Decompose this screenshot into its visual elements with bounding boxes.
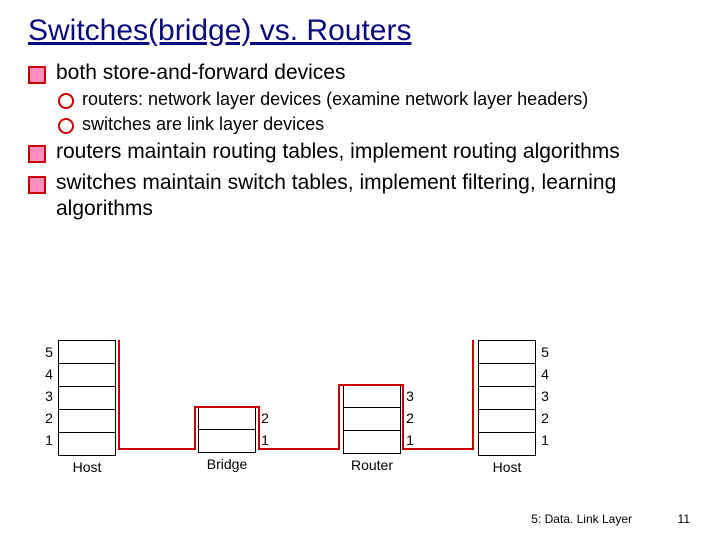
square-bullet-icon [28, 176, 46, 194]
stack-host-left: 5 4 3 2 1 Host [58, 340, 116, 475]
stack-label: Host [478, 459, 536, 475]
layer-num: 3 [403, 388, 417, 404]
layer-num: 1 [258, 432, 272, 448]
circle-bullet-icon [58, 93, 74, 109]
layer-num: 3 [42, 388, 56, 404]
stack-label: Bridge [198, 456, 256, 472]
path-segment [118, 448, 196, 450]
stack-bridge: 2 1 Bridge [198, 406, 256, 472]
bullet-text: both store-and-forward devices [56, 60, 345, 86]
stack-router: 3 2 1 Router [343, 384, 401, 473]
path-segment [118, 340, 120, 450]
layer-num: 1 [538, 432, 552, 448]
footer-section: 5: Data. Link Layer [531, 512, 632, 526]
path-segment [258, 448, 340, 450]
layer-diagram: 5 4 3 2 1 Host 2 1 Bridge 3 2 1 [58, 340, 618, 500]
layer-num: 2 [42, 410, 56, 426]
path-segment [402, 448, 474, 450]
path-segment [194, 406, 260, 408]
layer-num: 2 [538, 410, 552, 426]
path-segment [194, 406, 196, 450]
square-bullet-icon [28, 66, 46, 84]
layer-num: 1 [42, 432, 56, 448]
bullet-text: routers: network layer devices (examine … [82, 88, 588, 111]
layer-num: 4 [42, 366, 56, 382]
bullet-text: switches are link layer devices [82, 113, 324, 136]
square-bullet-icon [28, 145, 46, 163]
circle-bullet-icon [58, 118, 74, 134]
bullet-text: routers maintain routing tables, impleme… [56, 139, 620, 165]
path-segment [338, 384, 340, 450]
slide-title: Switches(bridge) vs. Routers [28, 14, 692, 48]
bullet-level1: both store-and-forward devices [28, 60, 692, 86]
layer-num: 1 [403, 432, 417, 448]
stack-label: Router [343, 457, 401, 473]
layer-num: 5 [42, 344, 56, 360]
bullet-level2: routers: network layer devices (examine … [58, 88, 692, 111]
layer-num: 3 [538, 388, 552, 404]
bullet-text: switches maintain switch tables, impleme… [56, 170, 692, 223]
bullet-list: both store-and-forward devices routers: … [28, 60, 692, 222]
path-segment [402, 384, 404, 450]
path-segment [338, 384, 404, 386]
layer-num: 2 [258, 410, 272, 426]
bullet-level1: routers maintain routing tables, impleme… [28, 139, 692, 165]
bullet-level1: switches maintain switch tables, impleme… [28, 170, 692, 223]
stack-host-right: 5 4 3 2 1 Host [478, 340, 536, 475]
path-segment [472, 340, 474, 450]
path-segment [258, 406, 260, 450]
layer-num: 2 [403, 410, 417, 426]
layer-num: 5 [538, 344, 552, 360]
footer-page-number: 11 [678, 512, 690, 526]
bullet-level2: switches are link layer devices [58, 113, 692, 136]
layer-num: 4 [538, 366, 552, 382]
stack-label: Host [58, 459, 116, 475]
